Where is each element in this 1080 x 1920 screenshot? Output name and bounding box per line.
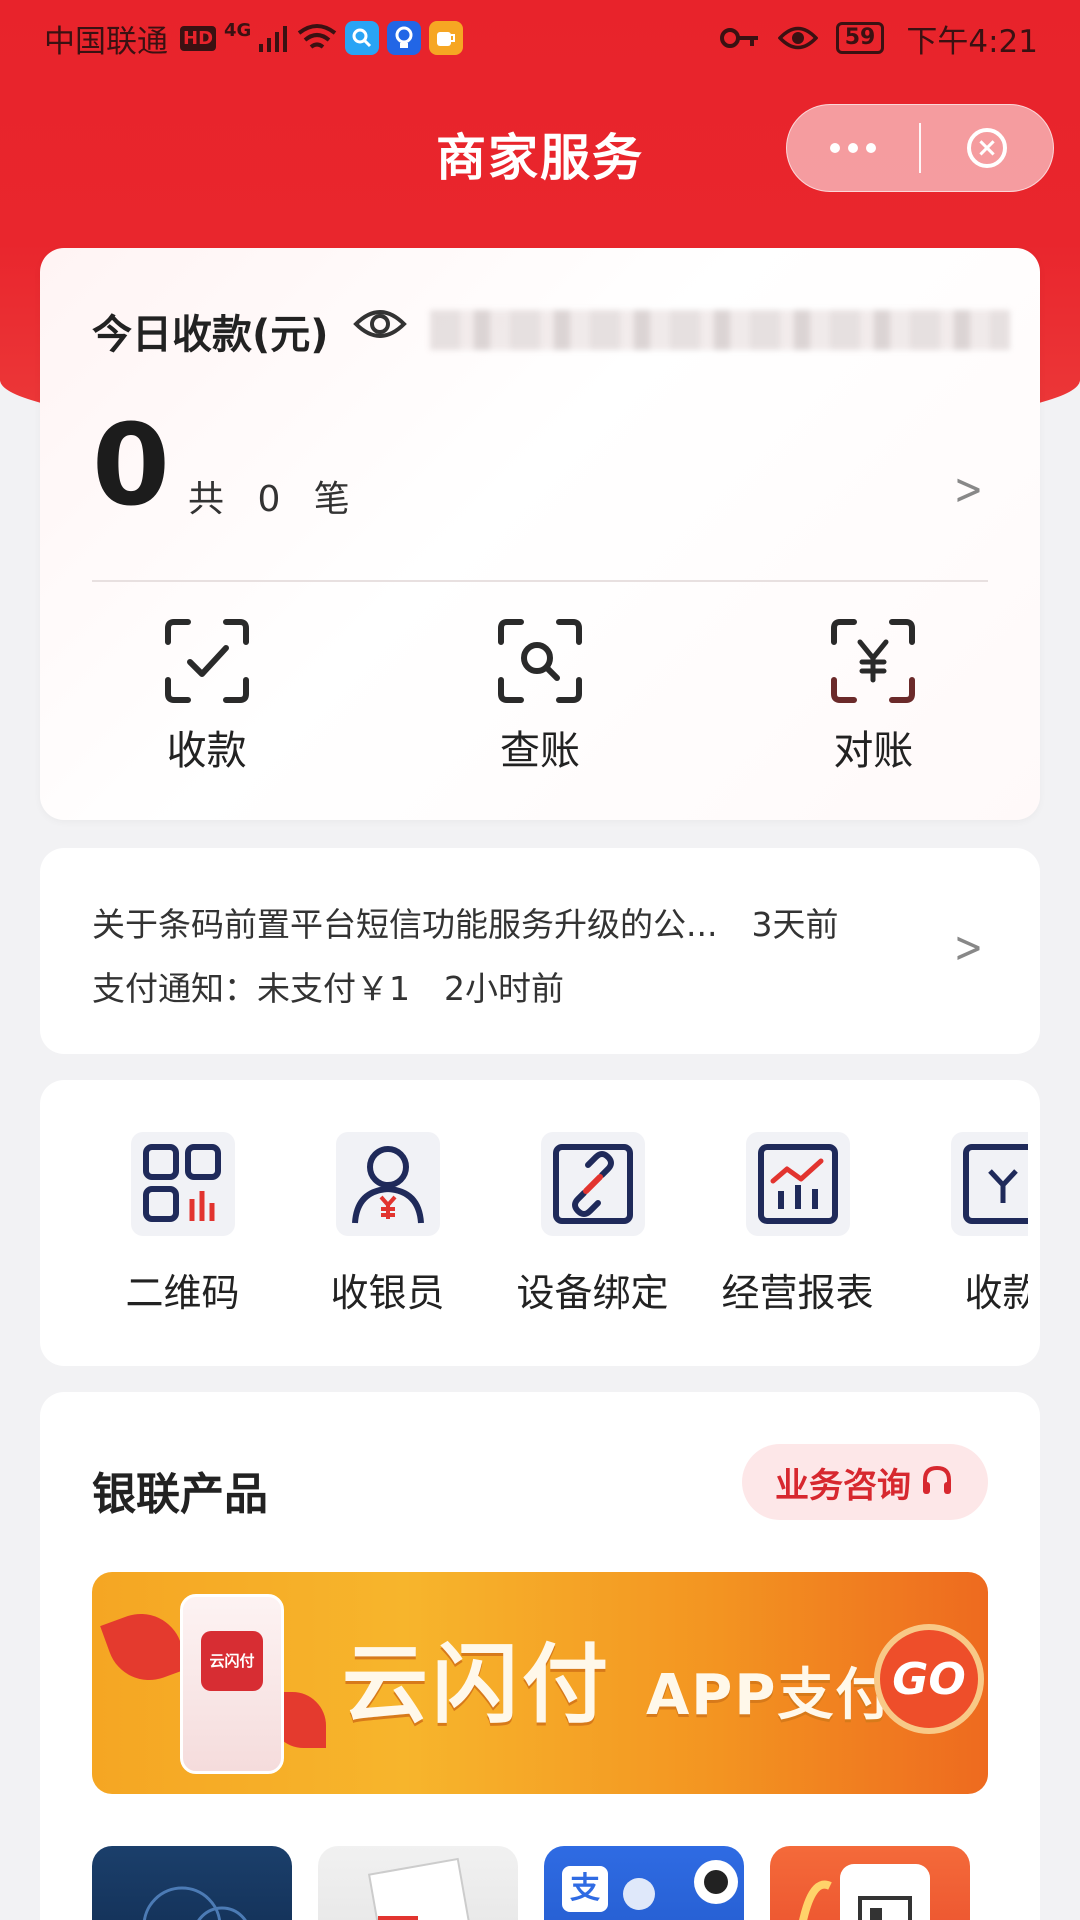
status-right: 59 下午4:21 xyxy=(719,16,1038,61)
yuan-scan-icon xyxy=(831,619,916,703)
checkmark-scan-icon xyxy=(164,619,249,703)
tool-label: 收款 xyxy=(964,1271,1028,1315)
more-button[interactable] xyxy=(787,105,919,191)
tool-label: 经营报表 xyxy=(721,1271,874,1315)
consult-button[interactable]: 业务咨询 xyxy=(742,1444,988,1520)
search-app-icon xyxy=(345,21,380,55)
carrier-name: 中国联通 xyxy=(44,23,168,60)
masked-merchant-info xyxy=(430,310,1010,350)
device-link-icon xyxy=(540,1132,645,1236)
cloudpay-logo: 云闪付 xyxy=(201,1631,263,1691)
revenue-amount: 0 xyxy=(92,401,170,531)
tool-label: 二维码 xyxy=(125,1271,240,1315)
notice-time: 2小时前 xyxy=(444,969,564,1008)
product-thumb-payments[interactable]: 支 xyxy=(544,1846,744,1920)
products-card: 银联产品 业务咨询 云闪付 云闪付 APP支付 GO 支 xyxy=(40,1392,1040,1920)
status-left: 中国联通 HD 4G xyxy=(44,16,464,61)
close-button[interactable]: × xyxy=(921,105,1053,191)
consult-label: 业务咨询 xyxy=(775,1465,911,1506)
notice-item[interactable]: 支付通知：未支付￥1 2小时前 xyxy=(92,962,564,1010)
banner-headline: 云闪付 APP支付 xyxy=(342,1614,893,1739)
key-icon xyxy=(719,28,758,48)
eye-status-icon xyxy=(777,26,818,50)
tool-cashier[interactable]: 收银员 xyxy=(285,1132,490,1332)
phone-illustration: 云闪付 xyxy=(180,1594,284,1774)
eye-icon[interactable] xyxy=(352,304,408,344)
notice-chevron-icon[interactable]: > xyxy=(954,922,984,973)
action-label: 查账 xyxy=(499,728,580,774)
banner-sub: APP支付 xyxy=(645,1663,894,1728)
leaf-decoration xyxy=(100,1602,190,1692)
tool-receipt[interactable]: 收款 xyxy=(900,1132,1028,1332)
report-chart-icon xyxy=(745,1132,850,1236)
notice-text: 支付通知：未支付￥1 xyxy=(92,969,410,1008)
nav-bar: 商家服务 × xyxy=(0,76,1080,224)
tool-qrcode[interactable]: 二维码 xyxy=(80,1132,285,1332)
cup-app-icon xyxy=(429,21,464,55)
action-label: 收款 xyxy=(166,728,247,774)
quick-actions: 收款 查账 对账 xyxy=(40,618,1040,776)
revenue-detail-chevron-icon[interactable]: > xyxy=(954,464,984,515)
clock: 下午4:21 xyxy=(906,23,1038,60)
banner-main: 云闪付 xyxy=(342,1635,612,1735)
bulb-app-icon xyxy=(387,21,422,55)
tool-report[interactable]: 经营报表 xyxy=(695,1132,900,1332)
cashier-icon xyxy=(335,1132,440,1236)
signal-icon xyxy=(259,26,288,52)
action-reconcile[interactable]: 对账 xyxy=(707,618,1040,776)
hd-icon: HD xyxy=(180,25,217,51)
notice-text: 关于条码前置平台短信功能服务升级的公... xyxy=(92,905,718,944)
invoice-icon xyxy=(367,1857,479,1920)
tool-label: 收银员 xyxy=(330,1271,445,1315)
receipt-icon xyxy=(950,1132,1028,1236)
product-thumb-cloud[interactable] xyxy=(92,1846,292,1920)
notice-time: 3天前 xyxy=(751,905,839,944)
headset-icon xyxy=(923,1465,951,1494)
tools-card: 二维码 收银员 设备绑定 经营报表 收款 xyxy=(40,1080,1040,1366)
revenue-card: 今日收款(元) 0 共 0 笔 > 收款 查账 对账 xyxy=(40,248,1040,820)
network-type: 4G xyxy=(224,19,252,41)
tool-device-binding[interactable]: 设备绑定 xyxy=(490,1132,695,1332)
notice-item[interactable]: 关于条码前置平台短信功能服务升级的公... 3天前 xyxy=(92,898,838,946)
tools-row: 二维码 收银员 设备绑定 经营报表 收款 xyxy=(80,1132,1028,1332)
qq-icon xyxy=(623,1860,738,1910)
notice-card[interactable]: 关于条码前置平台短信功能服务升级的公... 3天前 支付通知：未支付￥1 2小时前 … xyxy=(40,848,1040,1054)
transaction-count: 共 0 笔 xyxy=(188,479,354,520)
cloudpay-banner[interactable]: 云闪付 云闪付 APP支付 GO xyxy=(92,1572,988,1794)
qr-phone-icon xyxy=(799,1864,930,1920)
product-thumbnails: 支 xyxy=(92,1846,988,1920)
miniapp-capsule: × xyxy=(786,104,1054,192)
battery-icon: 59 xyxy=(835,22,885,54)
action-label: 对账 xyxy=(833,728,914,774)
go-button[interactable]: GO xyxy=(874,1624,984,1734)
cloud-icon xyxy=(142,1886,247,1920)
product-thumb-invoice[interactable] xyxy=(318,1846,518,1920)
qrcode-icon xyxy=(130,1132,235,1236)
revenue-label: 今日收款(元) xyxy=(92,312,329,358)
search-scan-icon xyxy=(497,619,582,703)
more-dots-icon xyxy=(830,143,876,153)
divider xyxy=(92,580,988,582)
wifi-icon xyxy=(298,24,337,49)
tool-label: 设备绑定 xyxy=(516,1271,669,1315)
action-query[interactable]: 查账 xyxy=(373,618,706,776)
action-collect[interactable]: 收款 xyxy=(40,618,373,776)
close-icon: × xyxy=(967,128,1007,168)
status-bar: 中国联通 HD 4G 59 下午4:21 xyxy=(0,0,1080,76)
section-title: 银联产品 xyxy=(92,1469,268,1520)
product-thumb-qrpay[interactable] xyxy=(770,1846,970,1920)
